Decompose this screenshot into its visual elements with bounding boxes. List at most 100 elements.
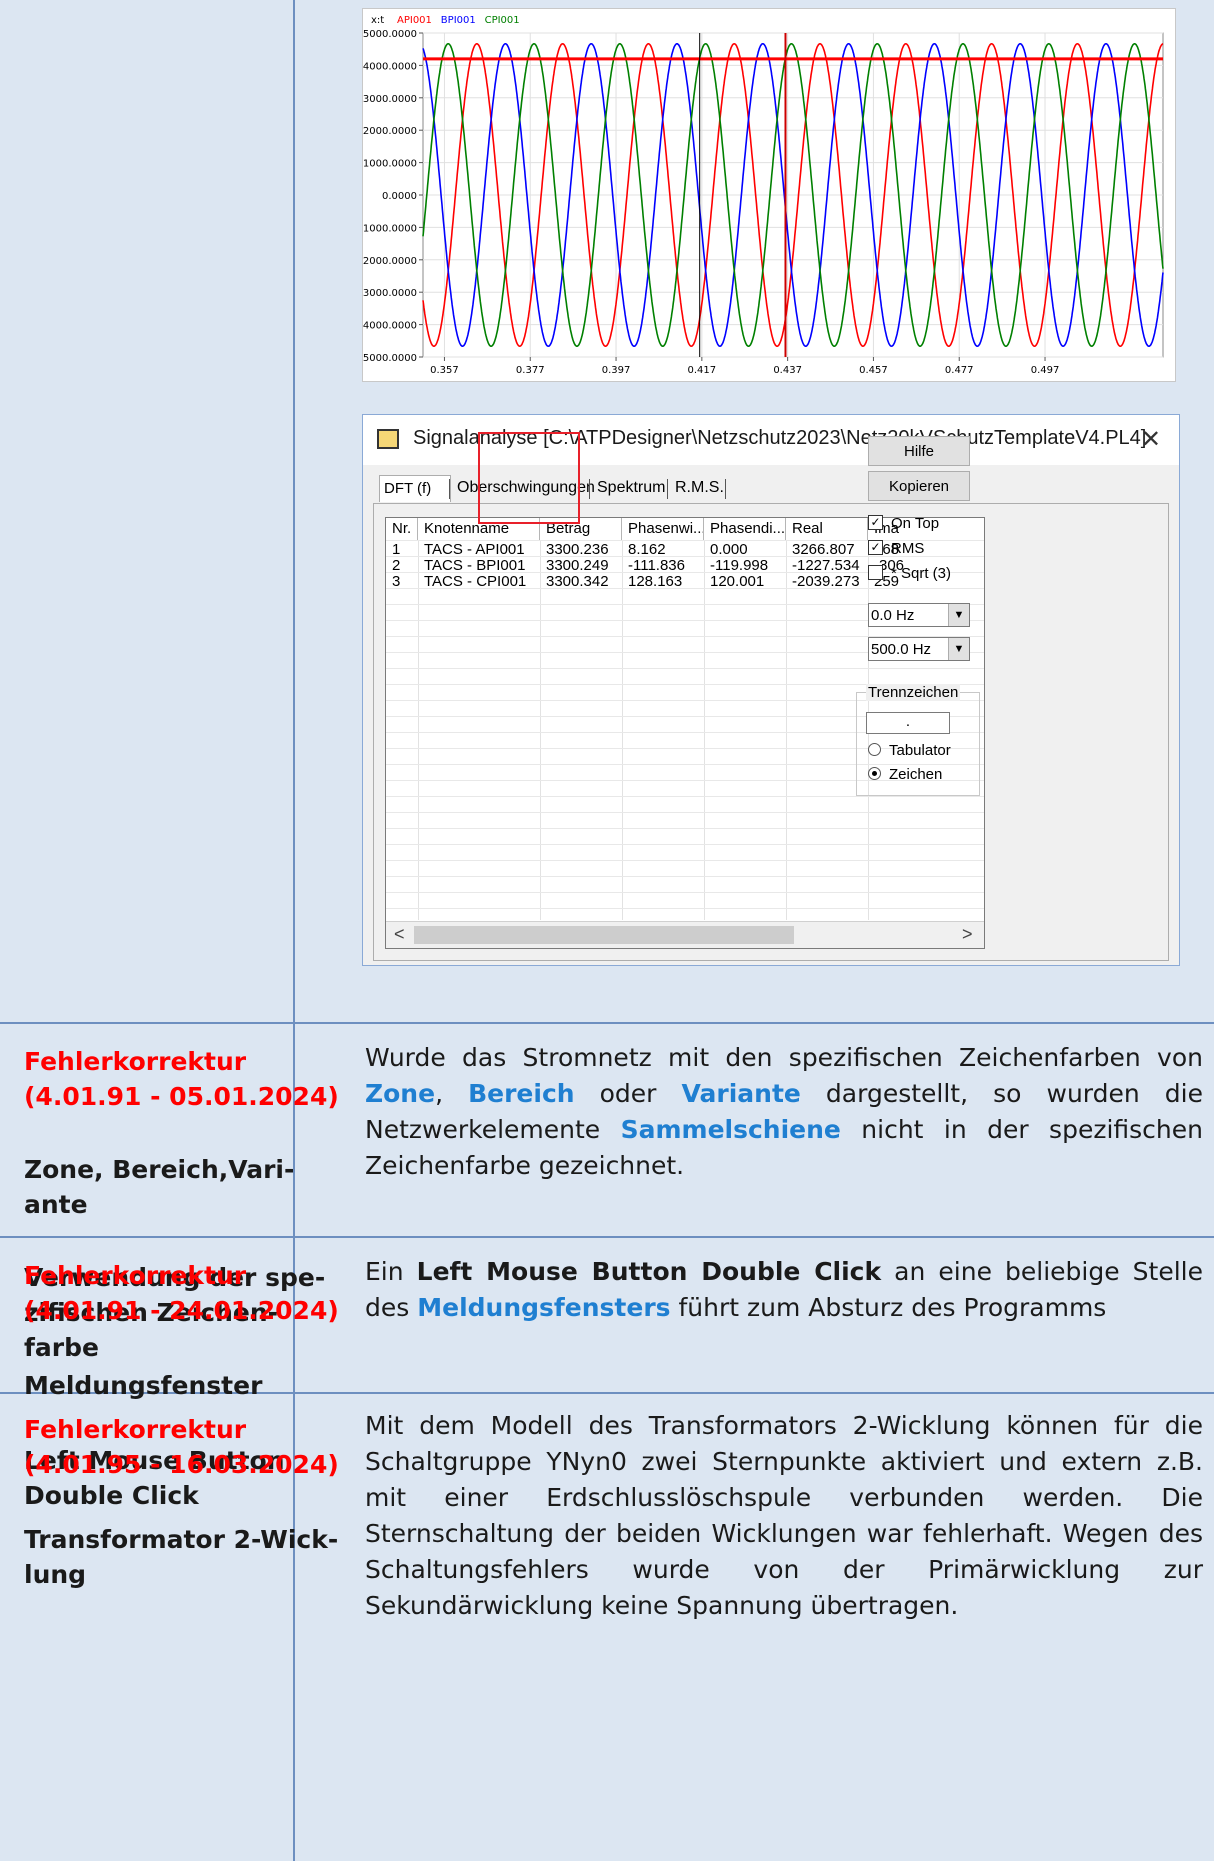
cell: 1	[392, 542, 401, 558]
legend-entry: API001	[397, 15, 432, 26]
chevron-down-icon[interactable]: ▼	[948, 638, 969, 660]
row3-left: Fehlerkorrektur (4.01.95 - 16.03.2024) T…	[24, 1412, 339, 1592]
grid-line	[786, 540, 787, 920]
keyword: Variante	[681, 1079, 801, 1108]
text: ,	[435, 1079, 469, 1108]
keyword: Meldungsfensters	[417, 1293, 671, 1322]
topic-label: Transformator 2-Wick-	[24, 1525, 339, 1554]
legend-entry: CPI001	[485, 15, 520, 26]
waveform-chart: 5000.0000 4000.0000 3000.0000 2000.0000 1000…	[359, 8, 1176, 382]
y-tick-label: -5000.0000	[363, 353, 417, 364]
grid-line	[386, 860, 984, 861]
legend-prefix: x:t	[371, 15, 384, 26]
y-tick-label: -2000.0000	[363, 256, 417, 267]
grid-line	[386, 892, 984, 893]
freq-to-select[interactable]: 500.0 Hz ▼	[868, 637, 970, 661]
text: Ein	[365, 1257, 417, 1286]
cell: TACS - BPI001	[424, 558, 526, 574]
scroll-left-icon[interactable]: <	[394, 924, 405, 945]
cell: TACS - CPI001	[424, 574, 527, 590]
cell: -1227.534	[792, 558, 860, 574]
grid-line	[386, 812, 984, 813]
column-header[interactable]: Phasenwi...	[622, 518, 704, 540]
keyword: Bereich	[468, 1079, 575, 1108]
cell: -119.998	[710, 558, 769, 574]
keyword: Zone	[365, 1079, 436, 1108]
scroll-right-icon[interactable]: >	[962, 924, 973, 945]
tab-separator	[667, 479, 668, 499]
tab-radio-label: Tabulator	[889, 742, 951, 759]
version-label: (4.01.91 - 24.01.2024)	[24, 1296, 339, 1325]
cell: 3	[392, 574, 401, 590]
copy-button[interactable]: Kopieren	[868, 471, 970, 501]
topic-label: Zone, Bereich,Vari-	[24, 1155, 295, 1184]
cell: 3300.342	[546, 574, 609, 590]
cell: -2039.273	[792, 574, 860, 590]
freq-from-select[interactable]: 0.0 Hz ▼	[868, 603, 970, 627]
tab-dft[interactable]: DFT (f)	[379, 475, 451, 502]
version-label: (4.01.91 - 05.01.2024)	[24, 1082, 339, 1111]
tab-separator	[589, 479, 590, 499]
cell: 3300.236	[546, 542, 609, 558]
separator-group-label: Trennzeichen	[866, 684, 961, 701]
text: führt zum Absturz des Programms	[670, 1293, 1107, 1322]
chevron-down-icon[interactable]: ▼	[948, 604, 969, 626]
x-tick-label: 0.437	[773, 365, 802, 376]
tab-radio[interactable]: Tabulator	[868, 742, 951, 759]
fix-label: Fehlerkorrektur	[24, 1261, 247, 1290]
y-tick-label: -3000.0000	[363, 288, 417, 299]
on-top-checkbox[interactable]: ✓ On Top	[868, 514, 940, 535]
checkbox-empty-icon	[868, 564, 883, 580]
rms-checkbox[interactable]: ✓ RMS	[868, 539, 925, 560]
on-top-label: On Top	[891, 515, 940, 532]
cell: TACS - API001	[424, 542, 525, 558]
close-icon[interactable]: ✕	[1141, 425, 1161, 453]
row1-description: Wurde das Stromnetz mit den spezifischen…	[365, 1040, 1203, 1184]
x-tick-label: 0.397	[602, 365, 631, 376]
document-table: 5000.0000 4000.0000 3000.0000 2000.0000 1000…	[0, 0, 1214, 1861]
sqrt3-label: * Sqrt (3)	[891, 565, 952, 582]
cell: 3266.807	[792, 542, 855, 558]
y-tick-label: -1000.0000	[363, 223, 417, 234]
column-header[interactable]: Phasendi...	[704, 518, 786, 540]
tab-separator	[725, 479, 726, 499]
cell: 2	[392, 558, 401, 574]
grid-line	[418, 540, 419, 920]
y-tick-label: -4000.0000	[363, 321, 417, 332]
grid-line	[704, 540, 705, 920]
cell: -111.836	[628, 558, 685, 574]
cell: 120.001	[710, 574, 765, 590]
grid-line	[386, 844, 984, 845]
row3-description: Mit dem Modell des Transformators 2-Wick…	[365, 1411, 1203, 1620]
tab-rms[interactable]: R.M.S.	[671, 475, 728, 501]
column-header[interactable]: Real	[786, 518, 868, 540]
top-left-cell	[0, 0, 293, 1022]
column-header[interactable]: Nr.	[386, 518, 418, 540]
grid-line	[386, 796, 984, 797]
grid-line	[386, 828, 984, 829]
checkmark-icon: ✓	[868, 539, 883, 555]
row-divider	[0, 1022, 1214, 1024]
scroll-thumb[interactable]	[414, 926, 794, 944]
rms-label: RMS	[891, 540, 925, 557]
cell: 8.162	[628, 542, 666, 558]
fix-label: Fehlerkorrektur	[24, 1415, 247, 1444]
help-button[interactable]: Hilfe	[868, 436, 970, 466]
topic-label: lung	[24, 1560, 87, 1589]
checkmark-icon: ✓	[868, 514, 883, 530]
y-tick-label: 3000.0000	[363, 94, 417, 105]
x-tick-label: 0.417	[688, 365, 717, 376]
grid-line	[386, 876, 984, 877]
grid-line	[386, 668, 984, 669]
x-tick-label: 0.477	[945, 365, 974, 376]
sqrt3-checkbox[interactable]: * Sqrt (3)	[868, 564, 952, 585]
char-radio[interactable]: Zeichen	[868, 766, 942, 783]
text: oder	[574, 1079, 682, 1108]
separator-input[interactable]: .	[866, 712, 950, 734]
keyword: Sammelschiene	[620, 1115, 841, 1144]
fix-label: Fehlerkorrektur	[24, 1047, 247, 1076]
tab-spectrum[interactable]: Spektrum	[593, 475, 669, 501]
horizontal-scrollbar[interactable]: < >	[386, 921, 984, 948]
y-tick-label: 1000.0000	[363, 159, 417, 170]
freq-to-value: 500.0 Hz	[871, 641, 932, 658]
